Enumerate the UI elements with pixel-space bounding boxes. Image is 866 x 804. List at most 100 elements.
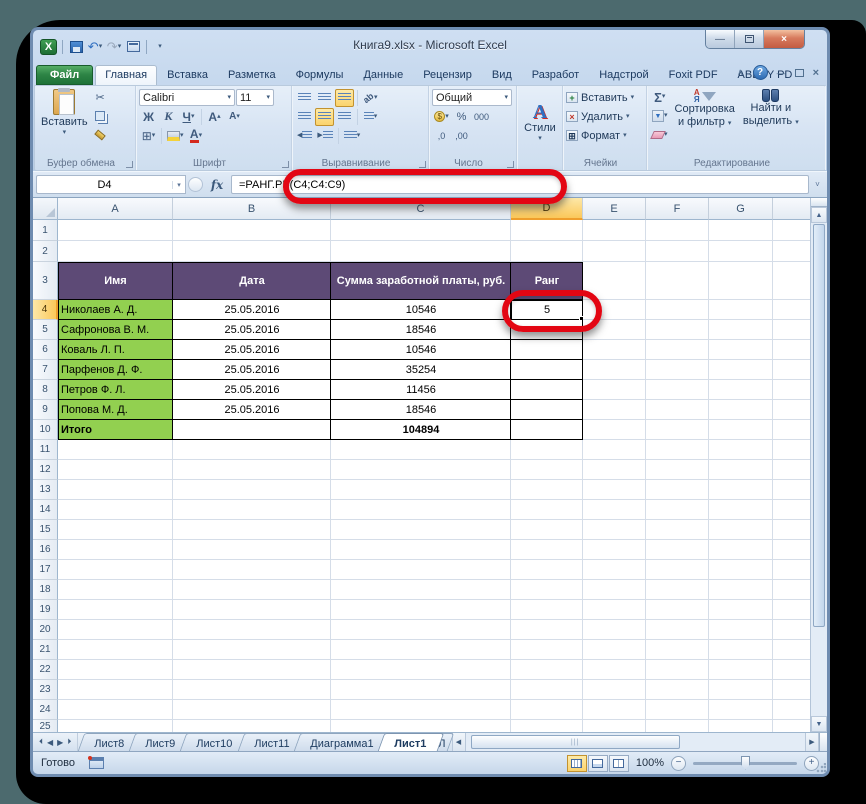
insert-cells-button[interactable]: + Вставить ▾ (566, 88, 644, 107)
cell-F23[interactable] (646, 680, 709, 700)
cell-E9[interactable] (583, 400, 646, 420)
font-color-button[interactable]: А ▾ (187, 127, 206, 145)
cell-partial-23[interactable] (773, 680, 810, 700)
cell-D25[interactable] (511, 720, 583, 732)
cell-D4[interactable]: 5 (511, 300, 583, 320)
cell-G18[interactable] (709, 580, 773, 600)
cell-D11[interactable] (511, 440, 583, 460)
cell-D23[interactable] (511, 680, 583, 700)
cell-partial-2[interactable] (773, 241, 810, 262)
cell-F17[interactable] (646, 560, 709, 580)
cell-G15[interactable] (709, 520, 773, 540)
next-sheet-icon[interactable]: ▶ (57, 738, 63, 747)
cell-partial-8[interactable] (773, 380, 810, 400)
cell-G9[interactable] (709, 400, 773, 420)
increase-decimal-button[interactable]: ,0 (432, 127, 451, 145)
percent-format-button[interactable]: % (452, 108, 471, 126)
restore-button[interactable] (735, 30, 764, 48)
resize-grip[interactable] (816, 763, 826, 773)
cell-C3[interactable]: Сумма заработной платы, руб. (331, 262, 511, 300)
cell-G21[interactable] (709, 640, 773, 660)
formula-bar-button[interactable] (188, 177, 203, 192)
cell-partial-19[interactable] (773, 600, 810, 620)
cell-partial-21[interactable] (773, 640, 810, 660)
cell-A5[interactable]: Сафронова В. М. (58, 320, 173, 340)
cell-partial-9[interactable] (773, 400, 810, 420)
cell-D7[interactable] (511, 360, 583, 380)
cell-A17[interactable] (58, 560, 173, 580)
cell-B16[interactable] (173, 540, 331, 560)
cell-A25[interactable] (58, 720, 173, 732)
styles-button[interactable]: А Стили ▾ (521, 101, 559, 144)
cell-E1[interactable] (583, 220, 646, 241)
cell-D12[interactable] (511, 460, 583, 480)
row-header-9[interactable]: 9 (33, 400, 58, 420)
cell-E4[interactable] (583, 300, 646, 320)
cell-E17[interactable] (583, 560, 646, 580)
cell-D14[interactable] (511, 500, 583, 520)
cell-B13[interactable] (173, 480, 331, 500)
font-size-combo[interactable]: 11 ▾ (236, 89, 274, 106)
fill-button[interactable]: ▼ ▾ (650, 107, 670, 125)
cell-B10[interactable] (173, 420, 331, 440)
scrollbar-thumb[interactable]: ||| (470, 735, 680, 749)
cell-G2[interactable] (709, 241, 773, 262)
cell-A3[interactable]: Имя (58, 262, 173, 300)
cell-G19[interactable] (709, 600, 773, 620)
cell-E6[interactable] (583, 340, 646, 360)
column-header-A[interactable]: A (58, 198, 173, 220)
copy-button[interactable] (91, 107, 110, 125)
cell-D19[interactable] (511, 600, 583, 620)
cell-B20[interactable] (173, 620, 331, 640)
cell-D16[interactable] (511, 540, 583, 560)
cell-G8[interactable] (709, 380, 773, 400)
tab-page-layout[interactable]: Разметка (218, 65, 286, 85)
zoom-level[interactable]: 100% (636, 757, 664, 769)
cell-B7[interactable]: 25.05.2016 (173, 360, 331, 380)
orientation-button[interactable]: ab ▾ (361, 89, 380, 107)
column-header-partial[interactable] (773, 198, 810, 220)
tab-addins[interactable]: Надстрой (589, 65, 658, 85)
cell-D21[interactable] (511, 640, 583, 660)
cell-G17[interactable] (709, 560, 773, 580)
autosum-button[interactable]: Σ ▾ (650, 88, 670, 106)
row-header-25[interactable]: 25 (33, 720, 58, 732)
sort-filter-button[interactable]: АЯ Сортировка и фильтр ▾ (672, 88, 738, 144)
cell-A23[interactable] (58, 680, 173, 700)
cell-partial-7[interactable] (773, 360, 810, 380)
cell-E19[interactable] (583, 600, 646, 620)
align-middle-button[interactable] (315, 89, 334, 107)
cell-A12[interactable] (58, 460, 173, 480)
cell-G25[interactable] (709, 720, 773, 732)
cell-B11[interactable] (173, 440, 331, 460)
cell-F4[interactable] (646, 300, 709, 320)
row-header-20[interactable]: 20 (33, 620, 58, 640)
number-format-combo[interactable]: Общий ▾ (432, 89, 512, 106)
horizontal-scrollbar[interactable]: ||| (465, 733, 805, 751)
cell-G22[interactable] (709, 660, 773, 680)
cell-E5[interactable] (583, 320, 646, 340)
cell-C20[interactable] (331, 620, 511, 640)
cell-partial-10[interactable] (773, 420, 810, 440)
cell-F25[interactable] (646, 720, 709, 732)
cell-B24[interactable] (173, 700, 331, 720)
grow-font-button[interactable]: А ▴ (205, 108, 224, 126)
row-header-21[interactable]: 21 (33, 640, 58, 660)
cell-F9[interactable] (646, 400, 709, 420)
page-break-view-button[interactable] (608, 754, 629, 772)
row-header-23[interactable]: 23 (33, 680, 58, 700)
cell-A10[interactable]: Итого (58, 420, 173, 440)
cell-A2[interactable] (58, 241, 173, 262)
cell-A14[interactable] (58, 500, 173, 520)
cell-A20[interactable] (58, 620, 173, 640)
collapse-ribbon-icon[interactable]: ∧ (737, 67, 744, 78)
cell-F5[interactable] (646, 320, 709, 340)
cell-D13[interactable] (511, 480, 583, 500)
expand-formula-bar-icon[interactable]: ˅ (811, 180, 824, 189)
cell-G20[interactable] (709, 620, 773, 640)
cell-C14[interactable] (331, 500, 511, 520)
cell-D10[interactable] (511, 420, 583, 440)
table-view-button[interactable] (125, 39, 141, 55)
tab-developer[interactable]: Разработ (522, 65, 589, 85)
cell-F24[interactable] (646, 700, 709, 720)
